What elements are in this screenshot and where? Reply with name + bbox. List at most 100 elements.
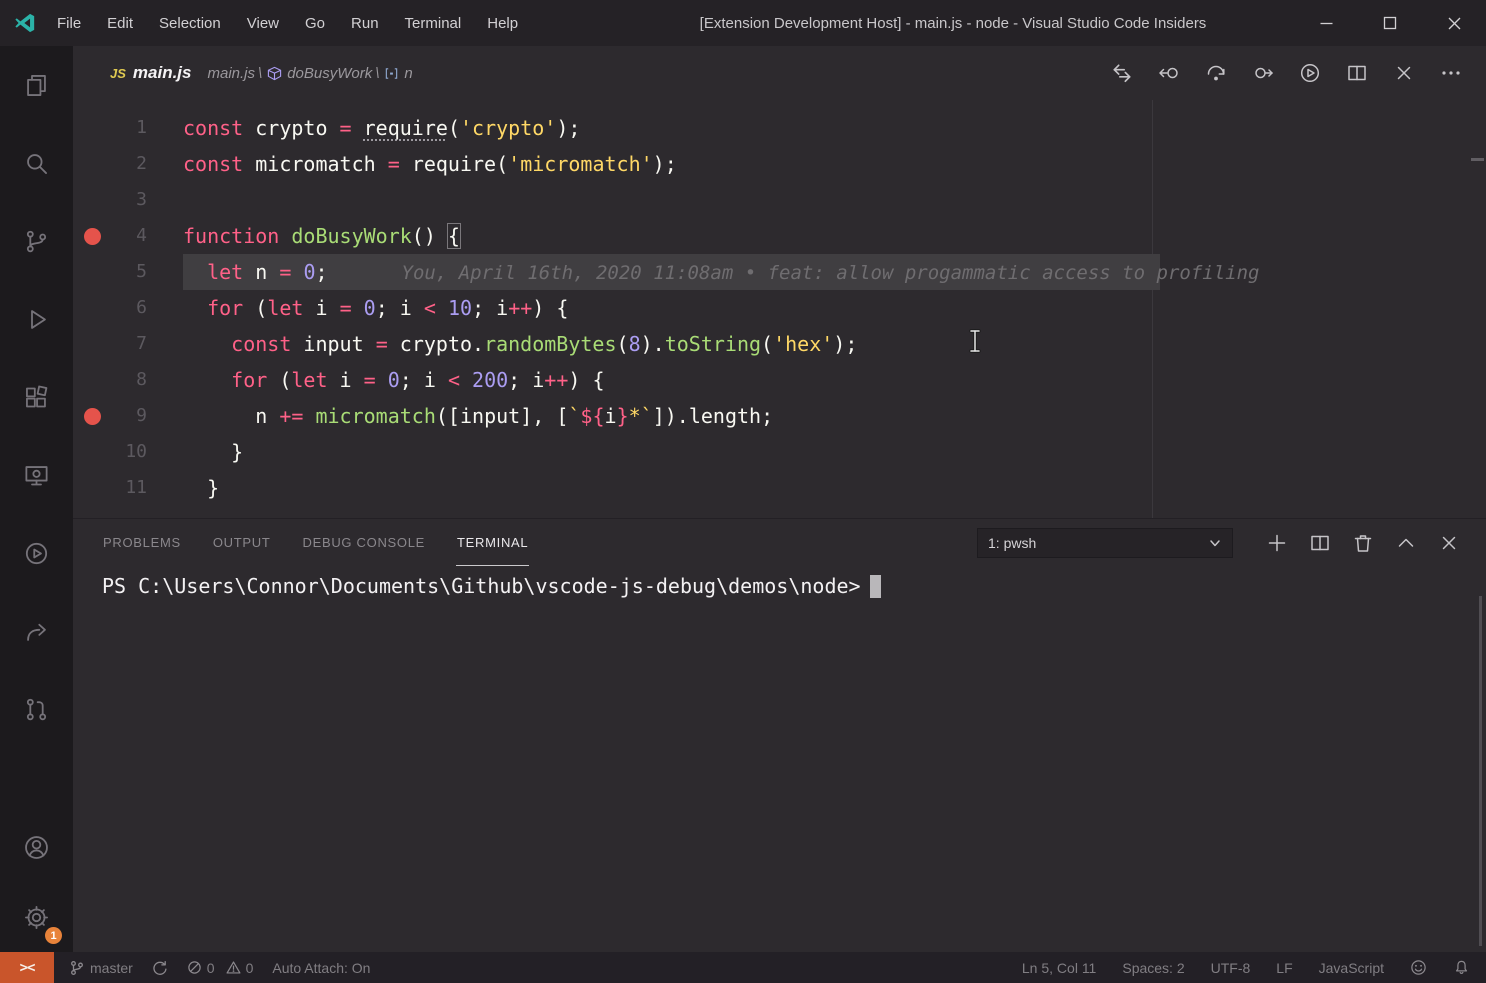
accounts-icon[interactable] xyxy=(0,812,73,882)
tab-problems[interactable]: PROBLEMS xyxy=(102,519,182,566)
breakpoint-gutter[interactable] xyxy=(73,290,111,326)
breakpoint-gutter[interactable] xyxy=(73,470,111,506)
breakpoint-dot[interactable] xyxy=(73,218,111,254)
terminal-cursor xyxy=(870,575,881,598)
tab-terminal[interactable]: TERMINAL xyxy=(456,519,529,566)
menu-edit[interactable]: Edit xyxy=(94,0,146,46)
code-editor[interactable]: 1const crypto = require('crypto');2const… xyxy=(73,100,1486,518)
auto-attach-status[interactable]: Auto Attach: On xyxy=(272,960,370,976)
minimize-button[interactable] xyxy=(1294,0,1358,46)
encoding-status[interactable]: UTF-8 xyxy=(1211,960,1251,976)
code-text[interactable]: let n = 0;You, April 16th, 2020 11:08am … xyxy=(147,254,1259,290)
git-branch-status[interactable]: master xyxy=(69,960,133,976)
tab-debug-console[interactable]: DEBUG CONSOLE xyxy=(302,519,427,566)
code-line-7: 7 const input = crypto.randomBytes(8).to… xyxy=(73,326,1486,362)
menu-terminal[interactable]: Terminal xyxy=(392,0,475,46)
breakpoint-gutter[interactable] xyxy=(73,326,111,362)
close-panel-icon[interactable] xyxy=(1436,530,1462,556)
code-text[interactable]: } xyxy=(147,434,243,470)
breadcrumb-symbol[interactable]: doBusyWork xyxy=(287,65,372,82)
remote-explorer-icon[interactable] xyxy=(0,436,73,514)
code-text[interactable]: for (let i = 0; i < 200; i++) { xyxy=(147,362,605,398)
menu-file[interactable]: File xyxy=(44,0,94,46)
step-back-icon[interactable] xyxy=(1152,56,1186,90)
search-icon[interactable] xyxy=(0,124,73,202)
kill-terminal-icon[interactable] xyxy=(1350,530,1376,556)
terminal-output[interactable]: PS C:\Users\Connor\Documents\Github\vsco… xyxy=(73,566,1486,952)
breadcrumb-variable[interactable]: n xyxy=(404,65,412,82)
cursor-position-status[interactable]: Ln 5, Col 11 xyxy=(1022,960,1096,976)
remote-indicator[interactable]: >< xyxy=(0,952,54,983)
step-over-icon[interactable] xyxy=(1199,56,1233,90)
feedback-icon[interactable] xyxy=(1410,959,1427,976)
editor-tab-filename[interactable]: main.js xyxy=(133,63,192,83)
breakpoint-dot[interactable] xyxy=(73,398,111,434)
breakpoint-gutter[interactable] xyxy=(73,254,111,290)
menu-view[interactable]: View xyxy=(234,0,292,46)
menu-selection[interactable]: Selection xyxy=(146,0,234,46)
maximize-panel-icon[interactable] xyxy=(1393,530,1419,556)
test-explorer-icon[interactable] xyxy=(0,514,73,592)
close-editor-icon[interactable] xyxy=(1387,56,1421,90)
maximize-button[interactable] xyxy=(1358,0,1422,46)
more-actions-icon[interactable] xyxy=(1434,56,1468,90)
split-editor-icon[interactable] xyxy=(1340,56,1374,90)
problems-status[interactable]: 0 0 xyxy=(187,960,254,976)
sync-status[interactable] xyxy=(152,960,168,976)
explorer-icon[interactable] xyxy=(0,46,73,124)
javascript-file-icon: JS xyxy=(110,66,126,81)
settings-badge: 1 xyxy=(45,927,62,944)
code-text[interactable] xyxy=(147,182,183,218)
open-changes-icon[interactable] xyxy=(1105,56,1139,90)
window-controls xyxy=(1294,0,1486,46)
pull-requests-icon[interactable] xyxy=(0,670,73,748)
language-mode-status[interactable]: JavaScript xyxy=(1319,960,1384,976)
line-number: 10 xyxy=(111,434,147,470)
menu-help[interactable]: Help xyxy=(474,0,531,46)
code-text[interactable]: for (let i = 0; i < 10; i++) { xyxy=(147,290,568,326)
code-text[interactable]: const crypto = require('crypto'); xyxy=(147,110,580,146)
title-bar: File Edit Selection View Go Run Terminal… xyxy=(0,0,1486,46)
extensions-icon[interactable] xyxy=(0,358,73,436)
line-number: 6 xyxy=(111,290,147,326)
vscode-window: File Edit Selection View Go Run Terminal… xyxy=(0,0,1486,983)
line-number: 7 xyxy=(111,326,147,362)
code-text[interactable]: const micromatch = require('micromatch')… xyxy=(147,146,677,182)
notifications-bell-icon[interactable] xyxy=(1453,959,1470,976)
split-terminal-icon[interactable] xyxy=(1307,530,1333,556)
run-icon[interactable] xyxy=(1293,56,1327,90)
terminal-scrollbar[interactable] xyxy=(1479,596,1482,946)
breakpoint-gutter[interactable] xyxy=(73,434,111,470)
menu-go[interactable]: Go xyxy=(292,0,338,46)
breakpoint-gutter[interactable] xyxy=(73,182,111,218)
code-line-11: 11 } xyxy=(73,470,1486,506)
line-number: 4 xyxy=(111,218,147,254)
breadcrumb-file[interactable]: main.js xyxy=(208,65,256,82)
breakpoint-gutter[interactable] xyxy=(73,362,111,398)
live-share-icon[interactable] xyxy=(0,592,73,670)
breakpoint-gutter[interactable] xyxy=(73,110,111,146)
step-out-icon[interactable] xyxy=(1246,56,1280,90)
code-text[interactable]: function doBusyWork() { xyxy=(147,218,460,254)
code-text[interactable]: n += micromatch([input], [`${i}*`]).leng… xyxy=(147,398,773,434)
line-number: 2 xyxy=(111,146,147,182)
code-line-4: 4function doBusyWork() { xyxy=(73,218,1486,254)
bottom-panel: PROBLEMS OUTPUT DEBUG CONSOLE TERMINAL 1… xyxy=(73,518,1486,952)
source-control-icon[interactable] xyxy=(0,202,73,280)
terminal-instance-select[interactable]: 1: pwsh xyxy=(977,528,1233,558)
new-terminal-icon[interactable] xyxy=(1264,530,1290,556)
breakpoint-gutter[interactable] xyxy=(73,146,111,182)
warning-count: 0 xyxy=(246,960,254,976)
tab-output[interactable]: OUTPUT xyxy=(212,519,272,566)
code-text[interactable]: const input = crypto.randomBytes(8).toSt… xyxy=(147,326,857,362)
line-number: 9 xyxy=(111,398,147,434)
eol-status[interactable]: LF xyxy=(1276,960,1292,976)
menu-run[interactable]: Run xyxy=(338,0,392,46)
run-and-debug-icon[interactable] xyxy=(0,280,73,358)
line-number: 1 xyxy=(111,110,147,146)
settings-gear-icon[interactable]: 1 xyxy=(0,882,73,952)
indentation-status[interactable]: Spaces: 2 xyxy=(1122,960,1184,976)
code-text[interactable]: } xyxy=(147,470,219,506)
editor-toolbar xyxy=(1105,56,1468,90)
close-window-button[interactable] xyxy=(1422,0,1486,46)
